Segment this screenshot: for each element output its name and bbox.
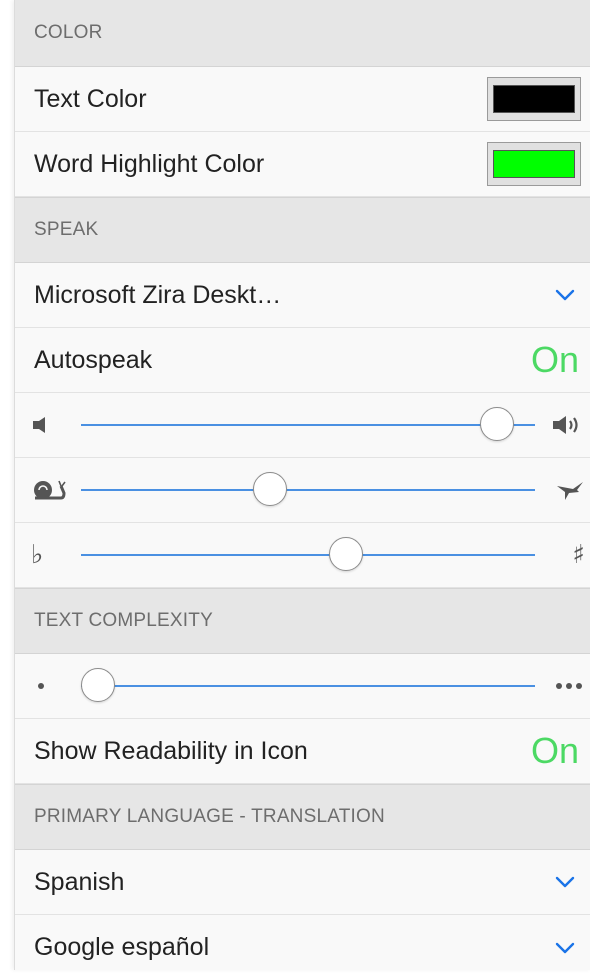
voice-select[interactable]: Microsoft Zira Deskt… [15, 263, 590, 328]
settings-panel: COLOR Text Color Word Highlight Color SP… [14, 0, 590, 970]
text-color-label: Text Color [34, 84, 147, 113]
language-select-value: Spanish [34, 867, 125, 896]
speed-slider[interactable] [81, 472, 535, 508]
bird-icon[interactable] [545, 472, 585, 508]
text-color-row[interactable]: Text Color [15, 67, 590, 132]
complexity-slider[interactable] [81, 668, 535, 704]
highlight-color-swatch[interactable] [487, 142, 581, 186]
volume-slider-track [81, 424, 535, 426]
readability-toggle[interactable]: On [531, 733, 579, 769]
autospeak-label: Autospeak [34, 345, 153, 374]
pitch-slider-track [81, 554, 535, 556]
speed-slider-thumb[interactable] [253, 472, 288, 506]
section-header-text-complexity: TEXT COMPLEXITY [15, 588, 590, 654]
volume-slider-row [15, 393, 590, 458]
complexity-slider-row [15, 654, 590, 719]
readability-row[interactable]: Show Readability in Icon On [15, 719, 590, 784]
language-select[interactable]: Spanish [15, 850, 590, 915]
section-header-color: COLOR [15, 0, 590, 67]
text-color-fill [493, 85, 575, 113]
highlight-color-label: Word Highlight Color [34, 149, 265, 178]
translation-voice-select[interactable]: Google español [15, 915, 590, 980]
volume-high-icon[interactable] [545, 407, 585, 443]
complexity-slider-thumb[interactable] [81, 668, 115, 702]
readability-label: Show Readability in Icon [34, 736, 308, 765]
three-dots-icon[interactable] [545, 668, 585, 704]
volume-slider[interactable] [81, 407, 535, 443]
section-header-speak: SPEAK [15, 197, 590, 263]
highlight-color-row[interactable]: Word Highlight Color [15, 132, 590, 197]
sharp-icon[interactable]: ♯ [545, 537, 585, 573]
pitch-slider[interactable] [81, 537, 535, 573]
autospeak-toggle[interactable]: On [531, 342, 579, 378]
text-color-swatch[interactable] [487, 77, 581, 121]
section-header-language: PRIMARY LANGUAGE - TRANSLATION [15, 784, 590, 850]
complexity-slider-track [81, 685, 535, 687]
volume-low-icon[interactable] [31, 407, 71, 443]
pitch-slider-thumb[interactable] [328, 537, 363, 571]
speed-slider-track [81, 489, 535, 491]
speed-slider-row [15, 458, 590, 523]
translation-voice-value: Google español [34, 933, 210, 961]
chevron-down-icon[interactable] [551, 934, 579, 962]
highlight-color-fill [493, 150, 575, 178]
volume-slider-thumb[interactable] [480, 407, 514, 441]
voice-select-value: Microsoft Zira Deskt… [34, 280, 282, 309]
chevron-down-icon[interactable] [551, 281, 579, 309]
autospeak-row[interactable]: Autospeak On [15, 328, 590, 393]
snail-icon[interactable] [31, 472, 71, 508]
single-dot-icon[interactable] [31, 668, 71, 704]
pitch-slider-row: ♭ ♯ [15, 523, 590, 588]
flat-icon[interactable]: ♭ [31, 537, 71, 573]
chevron-down-icon[interactable] [551, 868, 579, 896]
